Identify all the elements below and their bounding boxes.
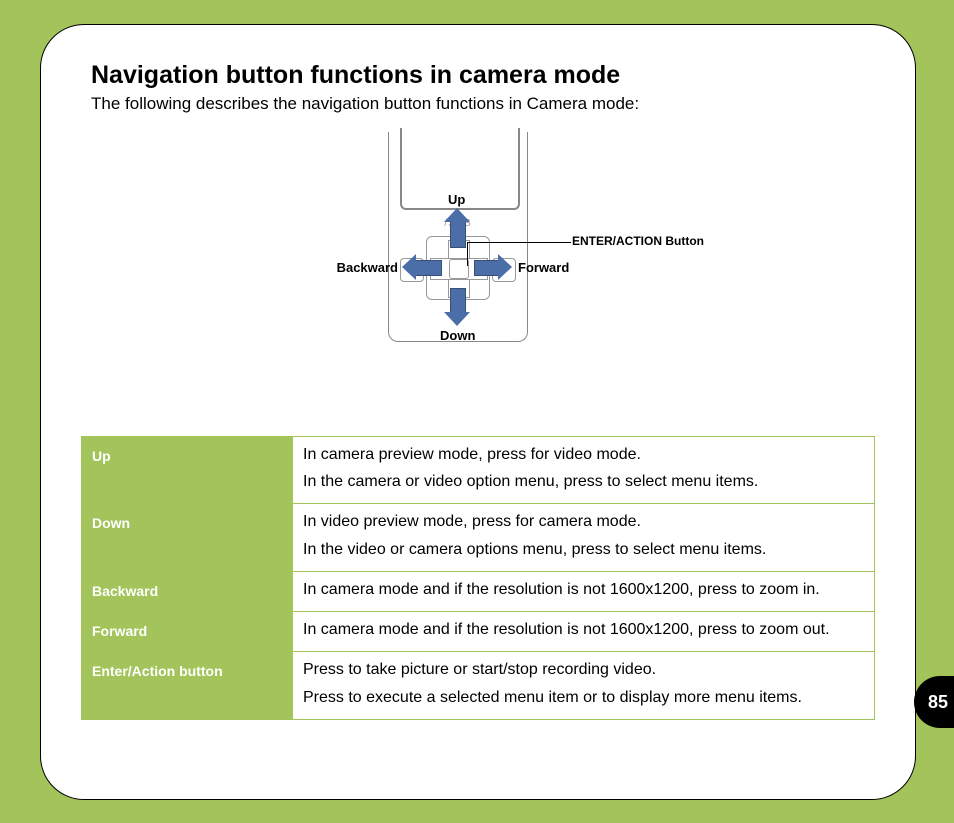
table-value: In camera mode and if the resolution is …	[293, 612, 875, 652]
table-key: Backward	[82, 571, 293, 611]
table-key: Up	[82, 437, 293, 504]
label-up: Up	[448, 192, 465, 207]
table-row: Backward In camera mode and if the resol…	[82, 571, 875, 611]
arrowhead-up-icon	[444, 208, 470, 222]
table-value-line: Press to take picture or start/stop reco…	[303, 658, 864, 681]
table-value-line: In camera mode and if the resolution is …	[303, 578, 864, 601]
arrowhead-right-icon	[498, 254, 512, 280]
table-value: In camera mode and if the resolution is …	[293, 571, 875, 611]
arrowhead-left-icon	[402, 254, 416, 280]
table-key: Down	[82, 504, 293, 571]
arrowhead-down-icon	[444, 312, 470, 326]
label-backward: Backward	[328, 260, 398, 275]
table-value: In camera preview mode, press for video …	[293, 437, 875, 504]
table-row: Enter/Action button Press to take pictur…	[82, 652, 875, 719]
functions-table: Up In camera preview mode, press for vid…	[81, 436, 875, 720]
table-row: Down In video preview mode, press for ca…	[82, 504, 875, 571]
content-card: Navigation button functions in camera mo…	[40, 24, 916, 800]
label-forward: Forward	[518, 260, 569, 275]
page-background: Navigation button functions in camera mo…	[0, 0, 954, 823]
dpad-center	[449, 259, 469, 279]
table-key: Enter/Action button	[82, 652, 293, 719]
table-value-line: In camera preview mode, press for video …	[303, 443, 864, 466]
leader-line-elbow	[467, 242, 468, 266]
table-value: In video preview mode, press for camera …	[293, 504, 875, 571]
page-number-badge: 85	[914, 676, 954, 728]
table-row: Up In camera preview mode, press for vid…	[82, 437, 875, 504]
navigation-diagram: /SUS	[258, 132, 698, 382]
label-down: Down	[440, 328, 475, 343]
page-number: 85	[928, 692, 948, 713]
diagram-wrap: /SUS	[81, 132, 875, 382]
table-key: Forward	[82, 612, 293, 652]
page-title: Navigation button functions in camera mo…	[91, 61, 875, 90]
page-subtitle: The following describes the navigation b…	[91, 94, 875, 114]
table-value-line: Press to execute a selected menu item or…	[303, 686, 864, 709]
table-row: Forward In camera mode and if the resolu…	[82, 612, 875, 652]
arrow-up-icon	[450, 220, 466, 248]
label-enter: ENTER/ACTION Button	[572, 234, 704, 248]
arrow-left-icon	[414, 260, 442, 276]
table-value: Press to take picture or start/stop reco…	[293, 652, 875, 719]
table-value-line: In video preview mode, press for camera …	[303, 510, 864, 533]
leader-line	[467, 242, 571, 243]
table-value-line: In the camera or video option menu, pres…	[303, 470, 864, 493]
table-value-line: In the video or camera options menu, pre…	[303, 538, 864, 561]
table-value-line: In camera mode and if the resolution is …	[303, 618, 864, 641]
